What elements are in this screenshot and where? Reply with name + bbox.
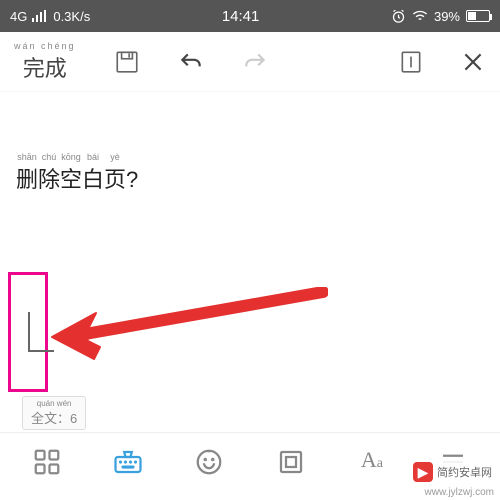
document-area[interactable]: shān chú kōng bái yè 删除空白页?: [0, 92, 500, 422]
status-right: 39%: [391, 9, 490, 24]
signal-icon: [32, 10, 48, 22]
pinyin-1: shān: [16, 152, 38, 162]
battery-pct: 39%: [434, 9, 460, 24]
redo-icon[interactable]: [242, 49, 268, 75]
status-time: 14:41: [222, 8, 260, 25]
pinyin-5: yè: [104, 152, 126, 162]
word-count-pinyin: quán wén: [37, 399, 72, 408]
wifi-icon: [412, 10, 428, 22]
done-button[interactable]: wán chéng 完成: [14, 41, 76, 83]
layout-icon[interactable]: [276, 447, 306, 477]
status-left: 4G 0.3K/s: [10, 9, 90, 24]
annotation-arrow: [38, 287, 328, 362]
watermark-url: www.jylzwj.com: [425, 487, 494, 498]
app-toolbar: wán chéng 完成: [0, 32, 500, 92]
status-bar: 4G 0.3K/s 14:41 39%: [0, 0, 500, 32]
voice-icon[interactable]: [194, 447, 224, 477]
question-chars: 删除空白页?: [16, 162, 138, 194]
watermark-logo-icon: ▶: [413, 462, 433, 482]
watermark: ▶ 简约安卓网: [411, 460, 494, 484]
pinyin-2: chú: [38, 152, 60, 162]
watermark-site: 简约安卓网: [437, 464, 492, 480]
alarm-icon: [391, 9, 406, 24]
close-icon[interactable]: [460, 49, 486, 75]
keyboard-icon[interactable]: [113, 447, 143, 477]
word-count-pill[interactable]: quán wén 全文：6: [22, 396, 86, 430]
network-speed: 0.3K/s: [53, 9, 90, 24]
pinyin-4: bái: [82, 152, 104, 162]
pinyin-3: kōng: [60, 152, 82, 162]
apps-icon[interactable]: [32, 447, 62, 477]
done-pinyin: wán chéng: [14, 41, 76, 51]
undo-icon[interactable]: [178, 49, 204, 75]
word-count-label: 全文：6: [31, 408, 77, 427]
network-type: 4G: [10, 9, 27, 24]
page-icon[interactable]: [398, 49, 424, 75]
done-label: 完成: [23, 51, 67, 83]
save-icon[interactable]: [114, 49, 140, 75]
question-text: shān chú kōng bái yè 删除空白页?: [16, 152, 138, 194]
battery-icon: [466, 10, 490, 22]
font-icon[interactable]: Aa: [357, 447, 387, 477]
